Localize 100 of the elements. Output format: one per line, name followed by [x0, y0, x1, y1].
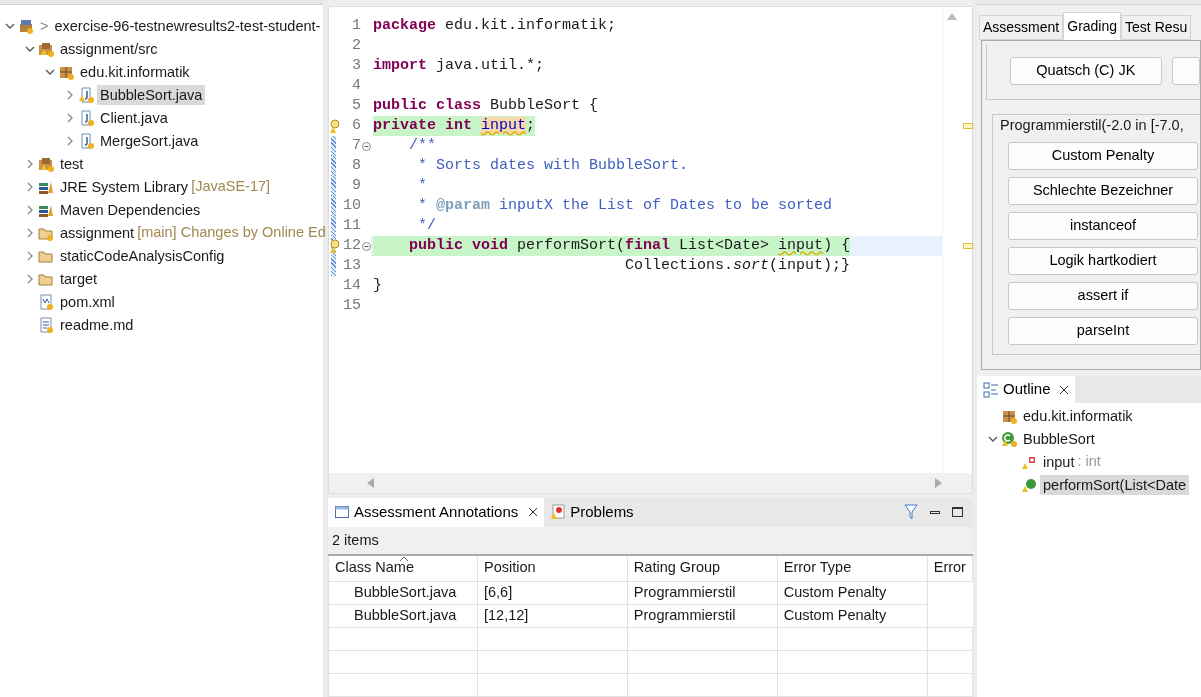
close-icon[interactable]: [1058, 384, 1069, 395]
tree-item[interactable]: exercise-96-testnewresults2-test-student-: [51, 15, 324, 36]
line-number: 4: [352, 76, 361, 96]
type-label: : int: [1077, 451, 1101, 471]
table-cell: BubbleSort.java: [354, 607, 457, 624]
file-icon: [38, 316, 54, 333]
outline-icon: [983, 381, 999, 398]
file-icon: [38, 293, 54, 310]
tab[interactable]: Grading: [1063, 12, 1122, 40]
line-number: 2: [352, 36, 361, 56]
tree-item[interactable]: JRE System Library: [57, 176, 192, 197]
tree-item[interactable]: target: [57, 268, 101, 289]
grading-button[interactable]: Logik hartkodiert: [1008, 246, 1198, 275]
code-line: */: [417, 216, 436, 236]
line-number: 6: [352, 116, 361, 136]
grading-button[interactable]: assert if: [1008, 281, 1198, 310]
line-number: 14: [343, 276, 361, 296]
path-separator: >: [39, 16, 50, 36]
line-number: 12: [343, 236, 361, 256]
tab[interactable]: Test Resu: [1121, 15, 1192, 40]
project-icon: [18, 17, 34, 34]
line-number: 11: [343, 216, 361, 236]
column-header[interactable]: Error Type: [777, 554, 928, 582]
warning-icon[interactable]: [329, 119, 341, 133]
grading-button[interactable]: parseInt: [1008, 316, 1198, 345]
column-header[interactable]: Error: [927, 554, 973, 582]
tree-item[interactable]: input: [1040, 451, 1078, 472]
code-line: * @param inputX the List of Dates to be sorted: [417, 196, 833, 216]
line-number: 15: [343, 296, 361, 316]
tree-item[interactable]: readme.md: [57, 314, 137, 335]
code-line: * Sorts dates with BubbleSort.: [417, 156, 689, 176]
item-decoration: [main] Changes by Online Ed: [137, 222, 326, 242]
minimize-icon[interactable]: [930, 510, 940, 514]
table-cell: [6,6]: [483, 584, 513, 601]
method-icon: [1021, 476, 1037, 493]
column-header[interactable]: Position: [477, 554, 628, 582]
window-icon: [334, 504, 350, 521]
java-file-icon: [78, 86, 94, 103]
warning-icon[interactable]: [329, 239, 341, 253]
code-line: package edu.kit.informatik;: [373, 16, 617, 36]
tree-item[interactable]: Maven Dependencies: [57, 199, 204, 220]
table-cell: Custom Penalty: [783, 607, 887, 624]
table-cell: [12,12]: [483, 607, 529, 624]
item-decoration: [JavaSE-17]: [191, 176, 271, 196]
java-file-icon: [78, 109, 94, 126]
line-number: 3: [352, 56, 361, 76]
table-cell: BubbleSort.java: [354, 584, 457, 601]
tree-item[interactable]: BubbleSort.java: [97, 84, 206, 105]
line-number: 5: [352, 96, 361, 116]
fold-icon[interactable]: [362, 241, 371, 251]
scroll-up-icon[interactable]: [947, 13, 957, 20]
grading-button[interactable]: Custom Penalty: [1008, 141, 1198, 170]
grading-button[interactable]: instanceof: [1008, 211, 1198, 240]
item-count: 2 items: [331, 530, 380, 550]
tree-item[interactable]: performSort(List<Date: [1040, 474, 1190, 495]
tree-item[interactable]: staticCodeAnalysisConfig: [57, 245, 228, 266]
tree-item[interactable]: MergeSort.java: [97, 130, 202, 151]
scroll-right-icon[interactable]: [935, 478, 942, 489]
java-file-icon: [78, 132, 94, 149]
code-line: *: [417, 176, 427, 196]
line-number: 9: [352, 176, 361, 196]
filter-icon[interactable]: [904, 504, 918, 521]
grading-button[interactable]: Quatsch (C) JK: [1010, 57, 1162, 85]
line-number: 8: [352, 156, 361, 176]
tree-item[interactable]: Client.java: [97, 107, 171, 128]
maximize-icon[interactable]: [952, 507, 963, 518]
line-number: 1: [352, 16, 361, 36]
scroll-left-icon[interactable]: [367, 478, 374, 489]
tree-item[interactable]: edu.kit.informatik: [1020, 405, 1136, 426]
tab[interactable]: Assessment: [979, 15, 1064, 40]
line-number: 10: [343, 196, 361, 216]
table-cell: Programmierstil: [633, 584, 736, 601]
code-line: public class BubbleSort {: [373, 96, 599, 116]
code-line: import java.util.*;: [373, 56, 545, 76]
tree-item[interactable]: assignment/src: [57, 38, 161, 59]
tree-item[interactable]: test: [57, 153, 87, 174]
source-folder-icon: [38, 40, 54, 57]
column-header[interactable]: Rating Group: [627, 554, 778, 582]
panel-tab[interactable]: Outline: [977, 376, 1075, 403]
tree-item[interactable]: pom.xml: [57, 291, 118, 312]
line-number: 7: [352, 136, 361, 156]
tree-item[interactable]: edu.kit.informatik: [77, 61, 193, 82]
panel-tab[interactable]: Problems: [544, 498, 640, 527]
code-line: /**: [408, 136, 436, 156]
tree-item[interactable]: BubbleSort: [1020, 428, 1098, 449]
code-line: }: [373, 276, 382, 296]
line-number: 13: [343, 256, 361, 276]
code-line: Collections.sort(input);}: [624, 256, 851, 276]
close-icon[interactable]: [528, 507, 539, 518]
panel-tab[interactable]: Assessment Annotations: [328, 498, 545, 527]
column-header[interactable]: Class Name: [328, 554, 478, 582]
fold-icon[interactable]: [362, 141, 371, 151]
warning-marker[interactable]: [963, 243, 973, 249]
tree-item[interactable]: assignment: [57, 222, 138, 243]
source-folder-icon: [38, 155, 54, 172]
problems-icon: [550, 504, 567, 521]
grading-button[interactable]: Schlechte Bezeichner: [1008, 176, 1198, 205]
warning-marker[interactable]: [963, 123, 973, 129]
class-icon: [1001, 430, 1017, 447]
table-cell: Programmierstil: [633, 607, 736, 624]
